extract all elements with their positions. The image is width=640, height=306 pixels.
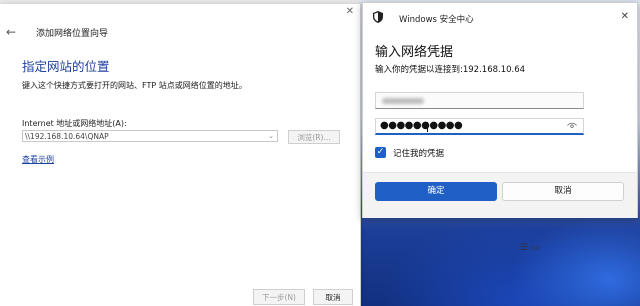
shield-icon — [373, 11, 383, 23]
chevron-down-icon[interactable]: ⌄ — [268, 130, 274, 142]
wizard-title: 添加网络位置向导 — [36, 29, 109, 39]
eye-icon[interactable] — [567, 122, 577, 129]
dialog-heading: 输入网络凭据 — [375, 45, 454, 60]
close-icon[interactable]: ✕ — [621, 11, 629, 22]
view-example-link[interactable]: 查看示例 — [22, 154, 54, 165]
blurred-username — [382, 98, 424, 104]
remember-label: 记住我的凭据 — [393, 149, 445, 159]
text-caret — [427, 122, 428, 132]
browse-button[interactable]: 浏览(R)... — [288, 130, 340, 144]
windows-security-dialog: Windows 安全中心 ✕ 输入网络凭据 输入你的凭据以连接到:192.168… — [362, 2, 638, 218]
dialog-cancel-button[interactable]: 取消 — [502, 182, 624, 201]
close-icon[interactable]: ✕ — [346, 6, 354, 17]
address-label: Internet 地址或网络地址(A): — [22, 119, 127, 128]
password-mask: ●●●●●●●●●● — [380, 120, 463, 131]
page-description: 键入这个快捷方式要打开的网站、FTP 站点或网络位置的地址。 — [22, 81, 247, 90]
page-heading: 指定网站的位置 — [22, 59, 110, 74]
add-network-location-wizard: ✕ ← 添加网络位置向导 指定网站的位置 键入这个快捷方式要打开的网站、FTP … — [0, 4, 361, 306]
address-value: \\192.168.10.64\QNAP — [25, 132, 109, 141]
dialog-app-name: Windows 安全中心 — [399, 15, 474, 25]
password-input[interactable]: ●●●●●●●●●● — [375, 118, 584, 135]
address-input[interactable]: \\192.168.10.64\QNAP ⌄ — [22, 130, 278, 142]
cancel-button[interactable]: 取消 — [313, 289, 353, 305]
checkmark-icon[interactable]: ✓ — [375, 147, 386, 158]
ok-button[interactable]: 确定 — [375, 182, 497, 201]
dialog-subtitle: 输入你的凭据以连接到:192.168.10.64 — [375, 65, 526, 75]
username-input[interactable] — [375, 92, 584, 109]
back-arrow-icon[interactable]: ← — [6, 25, 16, 39]
next-button[interactable]: 下一步(N) — [253, 289, 305, 305]
background-window-icons: ☰ ▭ — [520, 243, 540, 253]
